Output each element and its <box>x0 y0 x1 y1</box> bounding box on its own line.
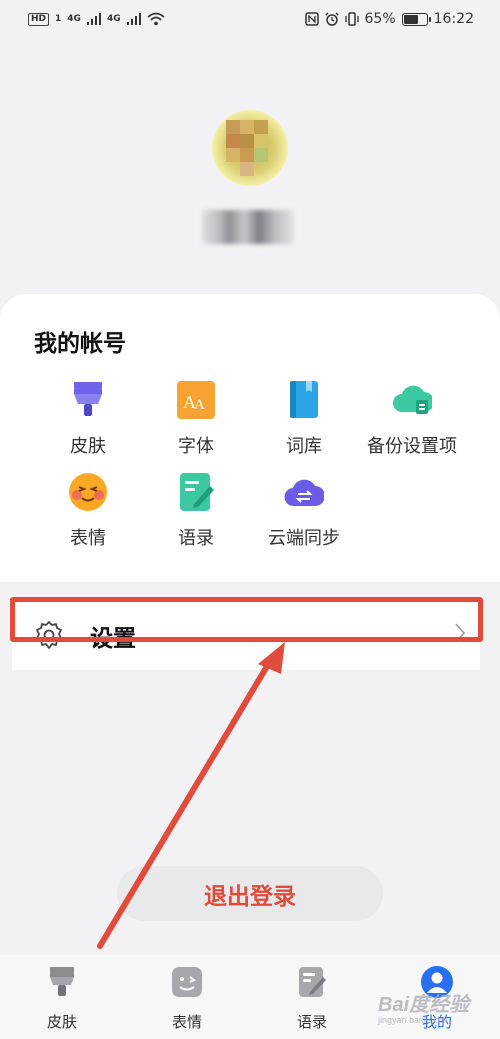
avatar[interactable] <box>212 110 288 186</box>
svg-text:A: A <box>194 397 205 413</box>
emoji-icon <box>170 965 204 999</box>
network-2-label: 4G <box>106 14 121 24</box>
account-item-font[interactable]: AA 字体 <box>141 380 251 458</box>
account-item-quotes[interactable]: 语录 <box>141 472 251 550</box>
battery-percent: 65% <box>364 11 396 27</box>
watermark-text: Bai度经验 <box>378 994 470 1016</box>
logout-button[interactable]: 退出登录 <box>117 866 383 921</box>
account-item-label: 字体 <box>178 436 214 457</box>
account-item-label: 表情 <box>70 528 106 549</box>
skin-brush-icon <box>68 380 108 420</box>
nav-item-quotes[interactable]: 语录 <box>267 965 357 1032</box>
nav-item-skin[interactable]: 皮肤 <box>17 965 107 1032</box>
alarm-icon <box>324 12 339 26</box>
signal-1-icon <box>86 13 101 25</box>
account-item-dictionary[interactable]: 词库 <box>249 380 359 458</box>
clock: 16:22 <box>433 11 474 27</box>
signal-2-icon <box>126 13 141 25</box>
account-item-label: 语录 <box>178 528 214 549</box>
account-item-label: 备份设置项 <box>367 436 457 457</box>
account-item-emoji[interactable]: 表情 <box>33 472 143 550</box>
cloud-sync-icon <box>284 472 325 512</box>
username-blurred <box>202 210 294 244</box>
account-card: 我的帐号 皮肤 AA 字体 词库 备份设置项 表情 语录 云端同步 <box>0 294 500 582</box>
nfc-icon <box>304 12 319 26</box>
hd-indicator: HD <box>28 12 50 26</box>
nav-label: 表情 <box>171 1013 202 1031</box>
status-bar: HD 1 4G 4G 65% 16:22 <box>0 0 500 38</box>
account-item-cloud-sync[interactable]: 云端同步 <box>249 472 359 550</box>
chevron-right-icon <box>455 623 466 643</box>
nav-label: 语录 <box>296 1013 327 1031</box>
nav-item-emoji[interactable]: 表情 <box>142 965 232 1032</box>
font-icon: AA <box>176 380 216 420</box>
watermark: Bai度经验 jingyan.baidu.com <box>378 988 469 1025</box>
quotes-note-icon <box>176 472 216 512</box>
dictionary-book-icon <box>284 380 324 420</box>
account-item-label: 皮肤 <box>70 436 106 457</box>
settings-row[interactable]: 设置 <box>12 598 480 670</box>
account-item-backup[interactable]: 备份设置项 <box>357 380 467 458</box>
account-section-title: 我的帐号 <box>34 331 126 357</box>
account-item-skin[interactable]: 皮肤 <box>33 380 143 458</box>
account-item-label: 词库 <box>286 436 322 457</box>
settings-label: 设置 <box>90 626 136 652</box>
cloud-backup-icon <box>392 380 434 420</box>
skin-brush-icon <box>45 965 79 999</box>
wifi-icon <box>147 12 165 26</box>
battery-icon <box>401 12 431 26</box>
gear-icon <box>36 621 62 649</box>
watermark-sub: jingyan.baidu.com <box>378 1015 451 1025</box>
vibrate-icon <box>344 12 359 26</box>
sim1-indicator: 1 <box>55 14 62 24</box>
quotes-note-icon <box>295 965 329 999</box>
emoji-icon <box>68 472 108 512</box>
account-item-label: 云端同步 <box>268 528 340 549</box>
network-1-label: 4G <box>67 14 81 24</box>
nav-label: 皮肤 <box>46 1013 77 1031</box>
